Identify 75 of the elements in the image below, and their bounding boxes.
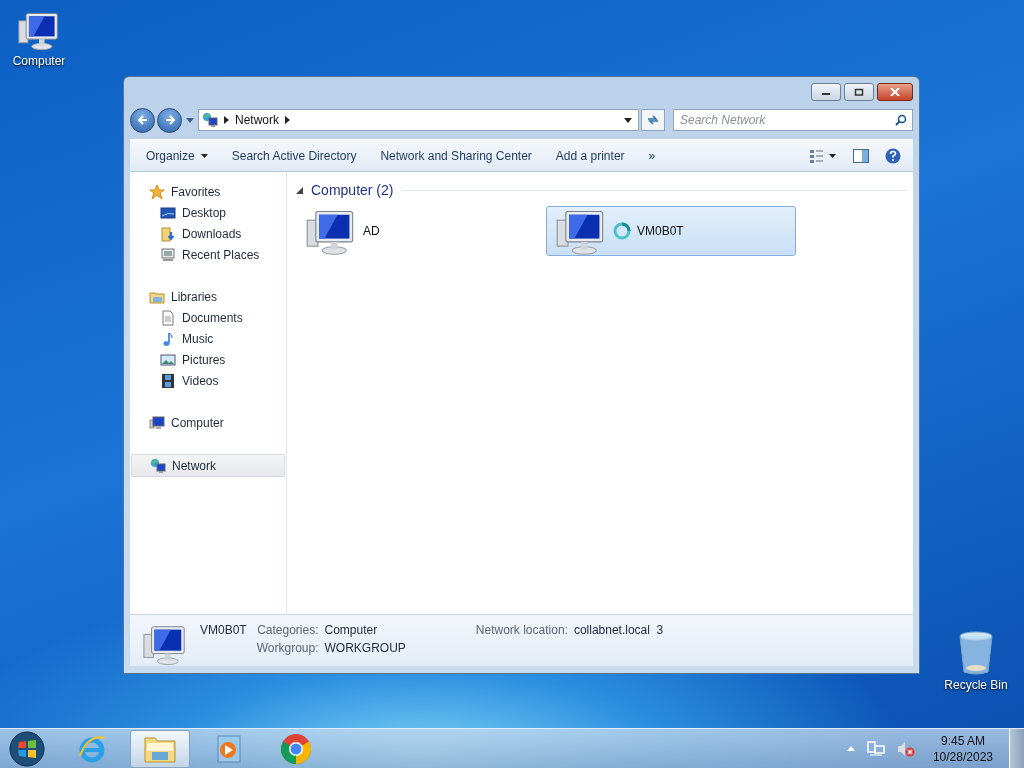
close-button[interactable] bbox=[877, 83, 913, 101]
property-label: Workgroup: bbox=[256, 641, 319, 655]
clock-time: 9:45 AM bbox=[940, 732, 985, 749]
star-icon bbox=[149, 183, 165, 200]
help-icon bbox=[885, 147, 901, 164]
nav-item[interactable]: Computer bbox=[131, 412, 285, 433]
network-icon bbox=[150, 457, 166, 474]
nav-item[interactable]: Network bbox=[131, 454, 285, 477]
clock[interactable]: 9:45 AM 10/28/2023 bbox=[932, 732, 993, 765]
nav-item[interactable]: Favorites bbox=[131, 181, 285, 202]
close-icon bbox=[890, 88, 900, 96]
back-button[interactable] bbox=[130, 107, 155, 133]
computer-tile[interactable]: AD bbox=[296, 206, 546, 256]
network-icon bbox=[202, 112, 218, 128]
search-icon bbox=[895, 114, 907, 126]
start-orb-icon bbox=[9, 730, 45, 767]
refresh-button[interactable] bbox=[641, 109, 665, 131]
nav-item[interactable]: Pictures bbox=[131, 349, 285, 370]
desktop-icon bbox=[160, 204, 176, 221]
chevron-icon bbox=[285, 116, 290, 124]
taskbar-button[interactable] bbox=[130, 729, 190, 768]
nav-item[interactable]: Music bbox=[131, 328, 285, 349]
trash-can-icon bbox=[956, 630, 996, 676]
maximize-button[interactable] bbox=[844, 83, 874, 101]
folder-download-icon bbox=[160, 225, 176, 242]
recent-places-icon bbox=[160, 246, 176, 263]
address-bar[interactable]: Network bbox=[198, 109, 639, 131]
dropdown-arrow-icon[interactable] bbox=[624, 117, 632, 123]
show-desktop-button[interactable] bbox=[1009, 728, 1024, 768]
restore-icon bbox=[854, 88, 864, 96]
network-status-icon[interactable] bbox=[866, 740, 885, 757]
breadcrumb[interactable]: Network bbox=[235, 113, 279, 127]
clock-date: 10/28/2023 bbox=[932, 748, 993, 765]
property-label: Categories: bbox=[256, 623, 319, 637]
refresh-icon bbox=[646, 114, 660, 126]
chrome-icon bbox=[280, 732, 312, 765]
details-view-icon bbox=[809, 148, 837, 163]
show-hidden-icons-arrow[interactable] bbox=[846, 746, 855, 751]
toolbar-button[interactable]: Organize bbox=[138, 144, 216, 167]
forward-arrow-icon bbox=[163, 114, 176, 126]
back-arrow-icon bbox=[136, 114, 149, 126]
document-icon bbox=[160, 309, 176, 326]
pictures-icon bbox=[160, 351, 176, 368]
toolbar-button[interactable]: Add a printer bbox=[547, 144, 633, 167]
computer-icon bbox=[149, 414, 165, 431]
preview-pane-icon bbox=[853, 148, 869, 163]
letter-e-globe-icon bbox=[77, 733, 107, 764]
dropdown-arrow-icon bbox=[200, 153, 208, 158]
nav-item[interactable]: Downloads bbox=[131, 223, 285, 244]
nav-item[interactable]: Recent Places bbox=[131, 244, 285, 265]
music-note-icon bbox=[160, 330, 176, 347]
nav-item[interactable]: Documents bbox=[131, 307, 285, 328]
property-value: Computer bbox=[324, 623, 379, 637]
more-commands-button[interactable]: » bbox=[640, 144, 664, 167]
group-header[interactable]: Computer (2) bbox=[311, 182, 394, 198]
property-value: collabnet.local 3 bbox=[573, 623, 664, 637]
film-icon bbox=[160, 372, 176, 389]
toolbar-button[interactable]: Network and Sharing Center bbox=[372, 144, 540, 167]
desktop-shortcut[interactable]: Recycle Bin bbox=[940, 630, 1012, 692]
media-player-icon bbox=[214, 733, 242, 764]
forward-button[interactable] bbox=[157, 107, 182, 133]
property-value: WORKGROUP bbox=[324, 641, 406, 655]
property-label: Network location: bbox=[475, 623, 568, 637]
nav-item[interactable]: Desktop bbox=[131, 202, 285, 223]
search-field[interactable]: Search Network bbox=[673, 109, 913, 131]
computer-tile[interactable]: VM0B0T bbox=[546, 206, 796, 256]
muted-speaker-icon[interactable] bbox=[896, 740, 915, 757]
collapse-arrow-icon[interactable] bbox=[296, 186, 303, 194]
minimize-button[interactable] bbox=[811, 83, 841, 101]
item-name: VM0B0T bbox=[200, 623, 247, 637]
nav-item[interactable]: Libraries bbox=[131, 286, 285, 307]
nav-item[interactable]: Videos bbox=[131, 370, 285, 391]
toolbar-button[interactable]: Search Active Directory bbox=[223, 144, 365, 167]
desktop-shortcut[interactable]: Computer bbox=[8, 8, 70, 68]
chevron-icon bbox=[224, 116, 229, 124]
